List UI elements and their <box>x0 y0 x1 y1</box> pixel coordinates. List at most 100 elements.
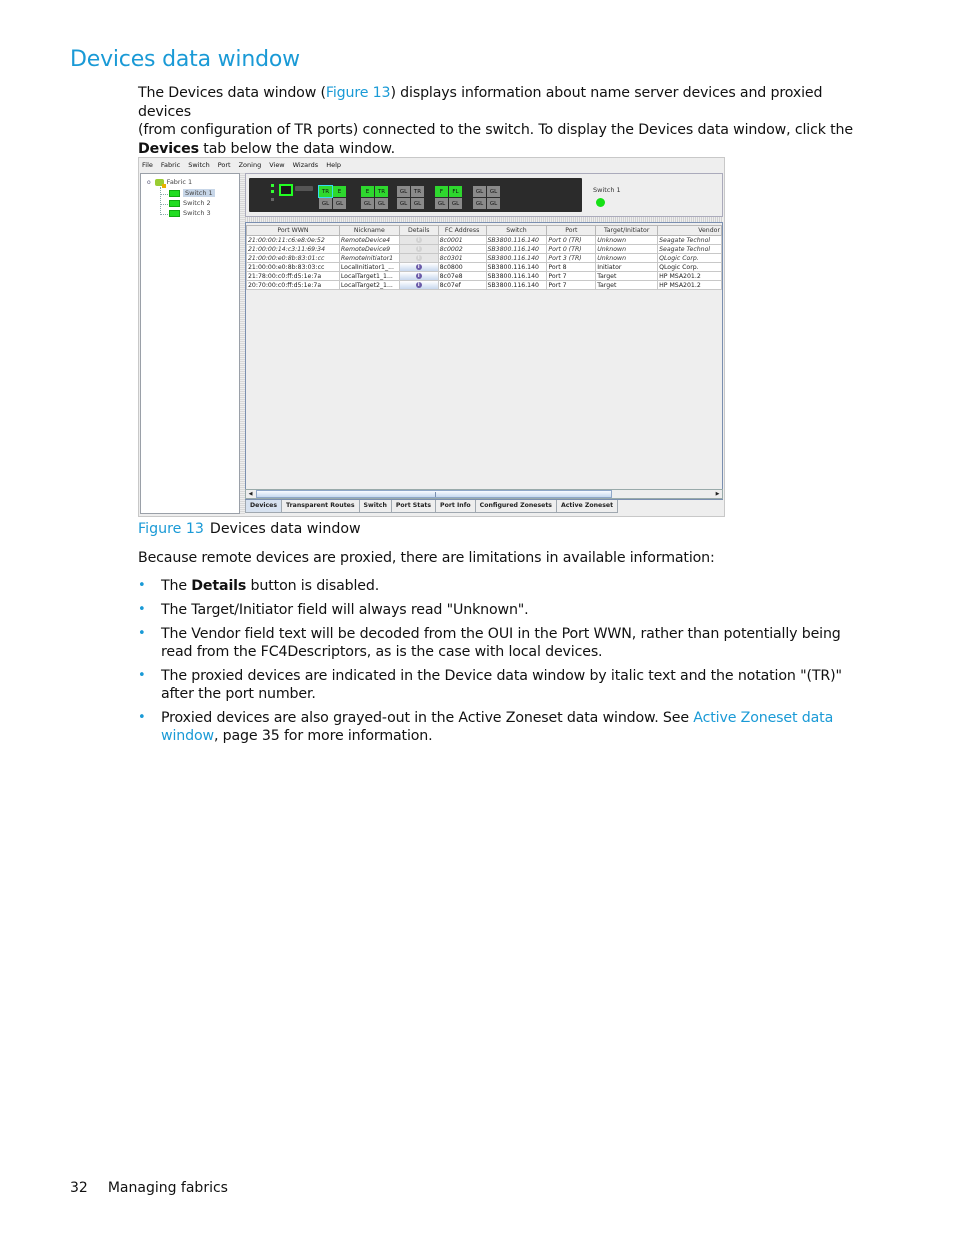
table-header-row: Port WWN Nickname Details FC Address Swi… <box>246 225 722 236</box>
menu-switch[interactable]: Switch <box>188 161 210 169</box>
column-header-vendor[interactable]: Vendor <box>657 225 722 236</box>
tree-label: Switch 1 <box>183 189 215 197</box>
port-group: E TR GL GL <box>361 186 388 209</box>
intro-bold-devices: Devices <box>138 140 199 157</box>
tab-port-info[interactable]: Port Info <box>435 500 476 513</box>
tree-connector <box>160 187 161 215</box>
column-header-port[interactable]: Port <box>546 225 597 236</box>
cell-port: Port 7 <box>546 280 597 290</box>
details-button[interactable]: i <box>400 281 438 289</box>
switch-icon <box>169 209 180 217</box>
tree-label: Switch 3 <box>183 209 211 217</box>
port-icon[interactable]: FL <box>449 186 462 197</box>
port-group: GL TR GL GL <box>397 186 424 209</box>
details-button[interactable]: i <box>400 263 438 271</box>
port-icon[interactable]: GL <box>449 198 462 209</box>
intro-text: tab below the data window. <box>198 140 395 157</box>
switch-faceplate: TR E GL GL E TR GL GL GL TR GL GL F FL GL GL GL GL GL GL <box>249 178 582 212</box>
cell-port: Port 3 (TR) <box>546 253 597 263</box>
cell-fc-address: 8c07ef <box>437 280 487 290</box>
port-icon[interactable]: F <box>435 186 448 197</box>
serial-port-icon[interactable] <box>295 186 313 191</box>
cell-port-wwn: 21:00:00:11:c6:e8:0e:52 <box>246 235 340 245</box>
tree-switch-2[interactable]: Switch 2 <box>169 199 211 207</box>
port-icon[interactable]: GL <box>473 198 486 209</box>
menu-view[interactable]: View <box>269 161 284 169</box>
scrollbar-thumb[interactable] <box>256 490 612 498</box>
cell-vendor: HP MSA201.2 <box>657 271 722 281</box>
list-item: Proxied devices are also grayed-out in t… <box>138 709 858 745</box>
column-header-details[interactable]: Details <box>398 225 439 236</box>
port-icon[interactable]: GL <box>375 198 388 209</box>
cell-nickname: RemoteDevice4 <box>338 235 400 245</box>
column-header-port-wwn[interactable]: Port WWN <box>246 225 340 236</box>
port-group: F FL GL GL <box>435 186 462 209</box>
menu-help[interactable]: Help <box>326 161 341 169</box>
port-icon[interactable]: E <box>333 186 346 197</box>
port-icon[interactable]: GL <box>361 198 374 209</box>
tree-connector <box>160 194 168 195</box>
port-icon[interactable]: TR <box>318 185 333 198</box>
figure-caption: Figure 13 Devices data window <box>138 521 361 537</box>
table-row[interactable]: 21:00:00:e0:8b:83:01:cc RemoteInitiator1 i… <box>246 253 722 263</box>
cell-port-wwn: 20:70:00:c0:ff:d5:1e:7a <box>246 280 340 290</box>
tab-port-stats[interactable]: Port Stats <box>390 500 437 513</box>
table-row[interactable]: 21:00:00:14:c3:11:69:34 RemoteDevice9 i 8c0… <box>246 244 722 254</box>
table-row[interactable]: 21:78:00:c0:ff:d5:1e:7a LocalTarget1_1...… <box>246 271 722 281</box>
scroll-left-arrow-icon[interactable]: ◀ <box>246 490 255 498</box>
port-icon[interactable]: GL <box>473 186 486 197</box>
table-row[interactable]: 21:00:00:e0:8b:83:03:cc LocalInitiator1_.… <box>246 262 722 272</box>
footer-section-title: Managing fabrics <box>107 1180 228 1196</box>
cell-target-initiator: Target <box>595 280 659 290</box>
led-icon <box>271 190 274 193</box>
intro-paragraph: The Devices data window (Figure 13) disp… <box>138 84 858 158</box>
port-icon[interactable]: GL <box>435 198 448 209</box>
port-icon[interactable]: GL <box>397 186 410 197</box>
port-icon[interactable]: GL <box>487 186 500 197</box>
tree-fabric-1[interactable]: o Fabric 1 <box>147 178 192 188</box>
tab-transparent-routes[interactable]: Transparent Routes <box>281 500 360 513</box>
horizontal-scrollbar[interactable]: ◀ ▶ <box>245 489 723 499</box>
port-icon[interactable]: TR <box>411 186 424 197</box>
figure-13-link[interactable]: Figure 13 <box>326 85 391 101</box>
tree-switch-1[interactable]: Switch 1 <box>169 189 215 197</box>
ethernet-port-icon[interactable] <box>279 184 293 196</box>
list-item: The Details button is disabled. <box>138 577 858 595</box>
switch-label: Switch 1 <box>593 186 621 194</box>
port-icon[interactable]: GL <box>487 198 500 209</box>
menu-file[interactable]: File <box>142 161 153 169</box>
fabric-icon <box>154 178 166 188</box>
info-icon: i <box>415 246 422 252</box>
details-button[interactable]: i <box>400 272 438 280</box>
menu-port[interactable]: Port <box>218 161 231 169</box>
bullet-text: The <box>161 578 192 594</box>
port-icon[interactable]: TR <box>375 186 388 197</box>
table-row[interactable]: 21:00:00:11:c6:e8:0e:52 RemoteDevice4 i 8c0… <box>246 235 722 245</box>
tree-switch-3[interactable]: Switch 3 <box>169 209 211 217</box>
tab-active-zoneset[interactable]: Active Zoneset <box>555 500 619 513</box>
menu-fabric[interactable]: Fabric <box>161 161 180 169</box>
tab-devices[interactable]: Devices <box>245 500 283 513</box>
port-icon[interactable]: GL <box>333 198 346 209</box>
port-icon[interactable]: E <box>361 186 374 197</box>
menu-wizards[interactable]: Wizards <box>293 161 319 169</box>
cell-fc-address: 8c0800 <box>437 262 487 272</box>
column-header-switch[interactable]: Switch <box>485 225 548 236</box>
scroll-right-arrow-icon[interactable]: ▶ <box>713 490 722 498</box>
tab-switch[interactable]: Switch <box>358 500 392 513</box>
led-icon <box>271 198 274 201</box>
expand-handle-icon[interactable]: o <box>147 179 151 186</box>
table-row[interactable]: 20:70:00:c0:ff:d5:1e:7a LocalTarget2_1...… <box>246 280 722 290</box>
port-icon[interactable]: GL <box>397 198 410 209</box>
menu-zoning[interactable]: Zoning <box>239 161 262 169</box>
column-header-nickname[interactable]: Nickname <box>338 225 400 236</box>
port-icon[interactable]: GL <box>319 198 332 209</box>
tab-configured-zonesets[interactable]: Configured Zonesets <box>474 500 557 513</box>
cell-nickname: RemoteDevice9 <box>338 244 400 254</box>
cell-details: i <box>398 235 439 245</box>
column-header-fc-address[interactable]: FC Address <box>437 225 487 236</box>
port-icon[interactable]: GL <box>411 198 424 209</box>
cell-fc-address: 8c07e8 <box>437 271 487 281</box>
tree-connector <box>160 204 168 205</box>
column-header-target-initiator[interactable]: Target/Initiator <box>595 225 659 236</box>
